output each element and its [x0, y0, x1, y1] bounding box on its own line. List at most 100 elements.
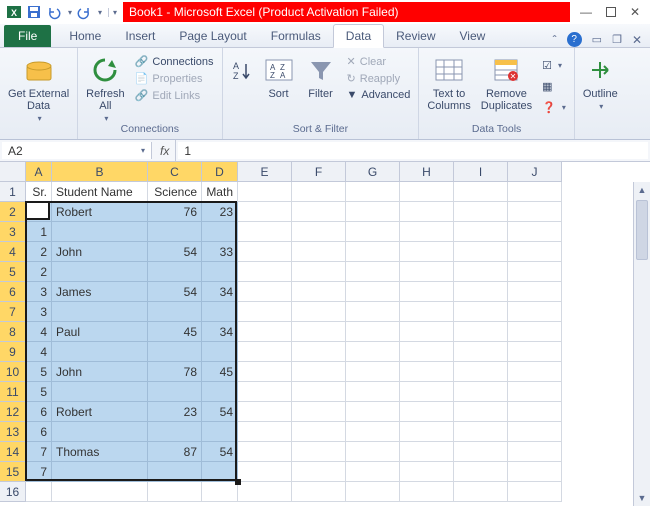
- cell[interactable]: James: [52, 282, 148, 302]
- cell[interactable]: 54: [148, 282, 202, 302]
- cell[interactable]: [400, 402, 454, 422]
- maximize-button[interactable]: [606, 7, 616, 17]
- cell[interactable]: [454, 462, 508, 482]
- cell[interactable]: [400, 202, 454, 222]
- cell[interactable]: [508, 462, 562, 482]
- cell[interactable]: [238, 442, 292, 462]
- get-external-data-button[interactable]: Get External Data ▾: [6, 50, 71, 123]
- column-header-J[interactable]: J: [508, 162, 562, 182]
- qat-customize-icon[interactable]: ▾: [108, 8, 117, 17]
- cell[interactable]: 2: [26, 262, 52, 282]
- column-header-C[interactable]: C: [148, 162, 202, 182]
- cell[interactable]: [238, 182, 292, 202]
- row-header-13[interactable]: 13: [0, 422, 26, 442]
- reapply-button[interactable]: ↻Reapply: [345, 71, 413, 86]
- row-header-8[interactable]: 8: [0, 322, 26, 342]
- row-header-1[interactable]: 1: [0, 182, 26, 202]
- cell[interactable]: [52, 262, 148, 282]
- cell[interactable]: [238, 482, 292, 502]
- cell[interactable]: 76: [148, 202, 202, 222]
- cell[interactable]: [292, 462, 346, 482]
- row-header-7[interactable]: 7: [0, 302, 26, 322]
- cell[interactable]: [346, 462, 400, 482]
- connections-button[interactable]: 🔗Connections: [133, 54, 216, 69]
- cell[interactable]: 23: [148, 402, 202, 422]
- outline-button[interactable]: Outline ▾: [581, 50, 620, 111]
- name-box[interactable]: A2 ▾: [2, 142, 152, 159]
- cell[interactable]: [238, 262, 292, 282]
- row-header-11[interactable]: 11: [0, 382, 26, 402]
- cell[interactable]: [238, 342, 292, 362]
- cell[interactable]: [454, 202, 508, 222]
- cell[interactable]: [202, 422, 238, 442]
- spreadsheet-grid[interactable]: ABCDEFGHIJ 12345678910111213141516 Sr.St…: [0, 162, 650, 506]
- minimize-button[interactable]: —: [580, 5, 592, 19]
- cell[interactable]: Math: [202, 182, 238, 202]
- properties-button[interactable]: 📄Properties: [133, 71, 216, 86]
- cell[interactable]: 6: [26, 402, 52, 422]
- cell[interactable]: [292, 382, 346, 402]
- sort-button[interactable]: AZZA Sort: [261, 50, 297, 100]
- vertical-scrollbar[interactable]: ▲ ▼: [633, 182, 650, 506]
- sort-asc-button[interactable]: AZ: [229, 50, 255, 82]
- cell[interactable]: [346, 262, 400, 282]
- column-header-D[interactable]: D: [202, 162, 238, 182]
- cell[interactable]: [454, 442, 508, 462]
- cell[interactable]: [52, 462, 148, 482]
- cell[interactable]: [202, 302, 238, 322]
- cell[interactable]: [148, 382, 202, 402]
- edit-links-button[interactable]: 🔗Edit Links: [133, 88, 216, 103]
- cell[interactable]: [238, 202, 292, 222]
- cell[interactable]: 1: [26, 202, 52, 222]
- consolidate-button[interactable]: ▦: [540, 79, 568, 94]
- cell[interactable]: [346, 382, 400, 402]
- cell[interactable]: [400, 282, 454, 302]
- cell[interactable]: [454, 222, 508, 242]
- cell[interactable]: [508, 242, 562, 262]
- row-header-10[interactable]: 10: [0, 362, 26, 382]
- cell[interactable]: [454, 482, 508, 502]
- cell[interactable]: [292, 342, 346, 362]
- cell[interactable]: [508, 482, 562, 502]
- cell[interactable]: [454, 262, 508, 282]
- remove-duplicates-button[interactable]: ✕ Remove Duplicates: [479, 50, 534, 112]
- minimize-ribbon-icon[interactable]: ˆ: [553, 33, 557, 47]
- cell[interactable]: [238, 362, 292, 382]
- cell[interactable]: 34: [202, 282, 238, 302]
- cell[interactable]: Robert: [52, 402, 148, 422]
- text-to-columns-button[interactable]: Text to Columns: [425, 50, 472, 112]
- cell[interactable]: 6: [26, 422, 52, 442]
- cell[interactable]: [292, 422, 346, 442]
- cell[interactable]: 87: [148, 442, 202, 462]
- cell[interactable]: [202, 342, 238, 362]
- row-header-6[interactable]: 6: [0, 282, 26, 302]
- cell[interactable]: [292, 322, 346, 342]
- cell[interactable]: 54: [202, 402, 238, 422]
- clear-button[interactable]: ✕Clear: [345, 54, 413, 69]
- cell[interactable]: [346, 302, 400, 322]
- column-header-E[interactable]: E: [238, 162, 292, 182]
- cell[interactable]: [346, 182, 400, 202]
- cell[interactable]: [238, 242, 292, 262]
- cell[interactable]: [238, 422, 292, 442]
- cell[interactable]: Robert: [52, 202, 148, 222]
- cell[interactable]: Thomas: [52, 442, 148, 462]
- cell[interactable]: [400, 222, 454, 242]
- cell[interactable]: [400, 422, 454, 442]
- cell[interactable]: 45: [202, 362, 238, 382]
- scroll-up-icon[interactable]: ▲: [634, 182, 650, 198]
- cell[interactable]: [454, 362, 508, 382]
- row-header-5[interactable]: 5: [0, 262, 26, 282]
- cell[interactable]: [238, 282, 292, 302]
- cell[interactable]: [508, 382, 562, 402]
- cell[interactable]: [292, 242, 346, 262]
- cell[interactable]: John: [52, 242, 148, 262]
- ribbon-window-close-icon[interactable]: ✕: [632, 33, 642, 47]
- save-icon[interactable]: [26, 4, 42, 20]
- cell[interactable]: 33: [202, 242, 238, 262]
- cell[interactable]: 78: [148, 362, 202, 382]
- cell[interactable]: [292, 282, 346, 302]
- cell[interactable]: [508, 262, 562, 282]
- cell[interactable]: [148, 262, 202, 282]
- cell[interactable]: [238, 402, 292, 422]
